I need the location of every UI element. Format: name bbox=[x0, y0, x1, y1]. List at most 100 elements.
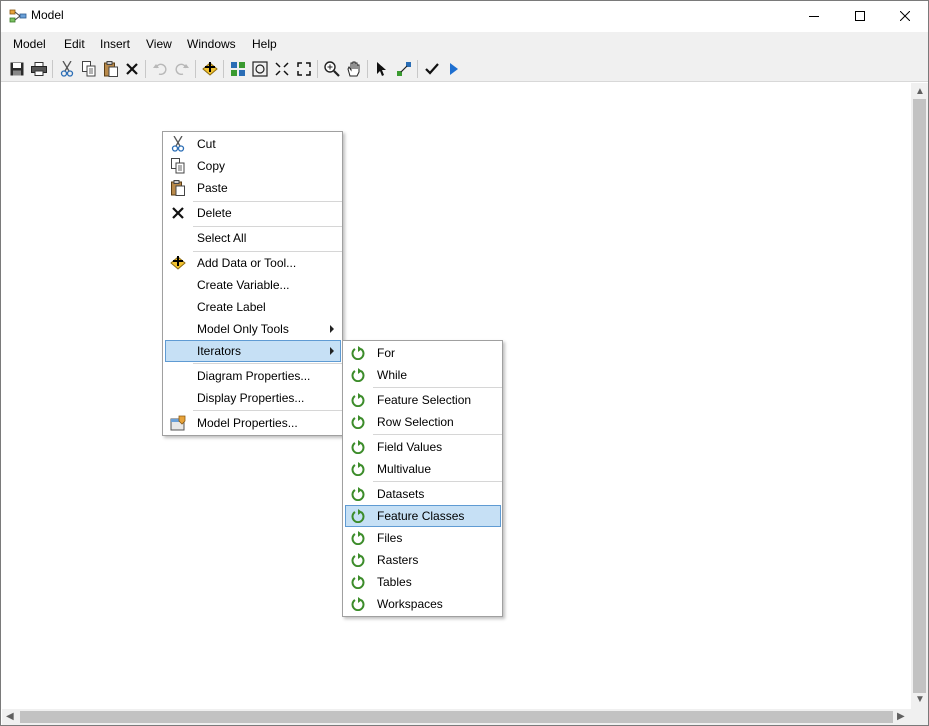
menu-item-iterators[interactable]: Iterators bbox=[165, 340, 341, 362]
submenu-item-workspaces[interactable]: Workspaces bbox=[345, 593, 500, 615]
redo-button[interactable] bbox=[173, 60, 191, 78]
menu-edit[interactable]: Edit bbox=[64, 37, 85, 51]
auto-layout-button[interactable] bbox=[229, 60, 247, 78]
submenu-item-label: Rasters bbox=[377, 553, 419, 567]
iterator-icon bbox=[350, 486, 366, 502]
menu-separator bbox=[373, 481, 502, 482]
menu-help[interactable]: Help bbox=[252, 37, 277, 51]
menu-item-paste[interactable]: Paste bbox=[165, 177, 340, 199]
menu-item-create-variable[interactable]: Create Variable... bbox=[165, 274, 340, 296]
menu-model[interactable]: Model bbox=[13, 37, 46, 51]
scrollbar-corner bbox=[911, 709, 928, 725]
submenu-item-label: Files bbox=[377, 531, 403, 545]
menu-item-model-only-tools[interactable]: Model Only Tools bbox=[165, 318, 340, 340]
save-button[interactable] bbox=[8, 60, 26, 78]
print-button[interactable] bbox=[30, 60, 48, 78]
delete-button[interactable] bbox=[123, 60, 141, 78]
undo-button[interactable] bbox=[151, 60, 169, 78]
scroll-right-icon[interactable]: ▶ bbox=[897, 712, 905, 722]
connect-button[interactable] bbox=[395, 60, 413, 78]
menu-item-add-data[interactable]: Add Data or Tool... bbox=[165, 252, 340, 274]
window-title: Model bbox=[31, 8, 64, 22]
menu-bar: Model Edit Insert View Windows Help bbox=[1, 32, 928, 56]
zoom-icon bbox=[324, 61, 340, 77]
submenu-item-label: Workspaces bbox=[377, 597, 443, 611]
select-button[interactable] bbox=[373, 60, 391, 78]
menu-item-label: Paste bbox=[197, 181, 228, 195]
save-icon bbox=[10, 62, 24, 76]
close-icon bbox=[900, 11, 910, 21]
iterator-icon bbox=[350, 367, 366, 383]
menu-item-label: Model Properties... bbox=[197, 416, 298, 430]
menu-item-select-all[interactable]: Select All bbox=[165, 227, 340, 249]
title-bar[interactable]: Model bbox=[1, 1, 928, 31]
menu-item-label: Copy bbox=[197, 159, 226, 173]
iterator-icon bbox=[350, 596, 366, 612]
vertical-scroll-thumb[interactable] bbox=[913, 99, 926, 693]
menu-item-label: Delete bbox=[197, 206, 232, 220]
submenu-item-while[interactable]: While bbox=[345, 364, 500, 386]
pan-button[interactable] bbox=[345, 60, 363, 78]
menu-item-delete[interactable]: Delete bbox=[165, 202, 340, 224]
menu-view[interactable]: View bbox=[146, 37, 172, 51]
paste-icon bbox=[104, 61, 118, 77]
vertical-scrollbar[interactable]: ▲ ▼ bbox=[911, 83, 928, 709]
menu-item-label: Select All bbox=[197, 231, 247, 245]
submenu-item-label: For bbox=[377, 346, 395, 360]
run-button[interactable] bbox=[445, 60, 463, 78]
submenu-item-field-values[interactable]: Field Values bbox=[345, 436, 500, 458]
submenu-item-row-selection[interactable]: Row Selection bbox=[345, 411, 500, 433]
full-extent-icon bbox=[252, 61, 268, 77]
horizontal-scrollbar[interactable]: ◀ ▶ bbox=[2, 709, 911, 725]
submenu-item-feature-selection[interactable]: Feature Selection bbox=[345, 389, 500, 411]
horizontal-scroll-thumb[interactable] bbox=[20, 711, 893, 723]
submenu-item-label: Feature Classes bbox=[377, 509, 465, 523]
menu-item-diagram-properties[interactable]: Diagram Properties... bbox=[165, 365, 340, 387]
toolbar bbox=[1, 56, 928, 82]
scroll-down-icon[interactable]: ▼ bbox=[915, 695, 925, 705]
menu-item-create-label[interactable]: Create Label bbox=[165, 296, 340, 318]
select-icon bbox=[377, 62, 386, 76]
menu-separator bbox=[373, 434, 502, 435]
scroll-left-icon[interactable]: ◀ bbox=[6, 712, 14, 722]
minimize-button[interactable] bbox=[791, 1, 837, 31]
iterators-submenu: For While Feature Selection Row Selectio… bbox=[342, 340, 503, 617]
full-extent-button[interactable] bbox=[251, 60, 269, 78]
iterator-icon bbox=[350, 414, 366, 430]
submenu-item-files[interactable]: Files bbox=[345, 527, 500, 549]
cut-button[interactable] bbox=[58, 60, 76, 78]
validate-icon bbox=[425, 63, 439, 75]
zoom-button[interactable] bbox=[323, 60, 341, 78]
menu-item-model-properties[interactable]: Model Properties... bbox=[165, 412, 340, 434]
submenu-item-label: While bbox=[377, 368, 408, 382]
add-data-icon bbox=[170, 255, 186, 271]
run-icon bbox=[450, 63, 458, 75]
submenu-item-tables[interactable]: Tables bbox=[345, 571, 500, 593]
submenu-item-for[interactable]: For bbox=[345, 342, 500, 364]
delete-icon bbox=[170, 205, 186, 221]
submenu-item-multivalue[interactable]: Multivalue bbox=[345, 458, 500, 480]
submenu-arrow-icon bbox=[330, 325, 334, 333]
menu-item-label: Display Properties... bbox=[197, 391, 305, 405]
paste-button[interactable] bbox=[102, 60, 120, 78]
maximize-button[interactable] bbox=[837, 1, 883, 31]
menu-item-label: Diagram Properties... bbox=[197, 369, 311, 383]
submenu-item-datasets[interactable]: Datasets bbox=[345, 483, 500, 505]
close-button[interactable] bbox=[882, 1, 928, 31]
menu-windows[interactable]: Windows bbox=[187, 37, 236, 51]
add-data-button[interactable] bbox=[201, 60, 219, 78]
menu-item-display-properties[interactable]: Display Properties... bbox=[165, 387, 340, 409]
redo-icon bbox=[175, 63, 189, 75]
copy-button[interactable] bbox=[80, 60, 98, 78]
fixed-zoom-out-button[interactable] bbox=[295, 60, 313, 78]
menu-insert[interactable]: Insert bbox=[100, 37, 130, 51]
menu-item-copy[interactable]: Copy bbox=[165, 155, 340, 177]
submenu-item-feature-classes[interactable]: Feature Classes bbox=[345, 505, 501, 527]
scroll-up-icon[interactable]: ▲ bbox=[915, 87, 925, 97]
submenu-item-rasters[interactable]: Rasters bbox=[345, 549, 500, 571]
menu-item-cut[interactable]: Cut bbox=[165, 133, 340, 155]
fixed-zoom-in-button[interactable] bbox=[273, 60, 291, 78]
model-window: Model Model Edit Insert View Windows Hel… bbox=[0, 0, 929, 726]
menu-item-label: Create Label bbox=[197, 300, 266, 314]
validate-button[interactable] bbox=[423, 60, 441, 78]
